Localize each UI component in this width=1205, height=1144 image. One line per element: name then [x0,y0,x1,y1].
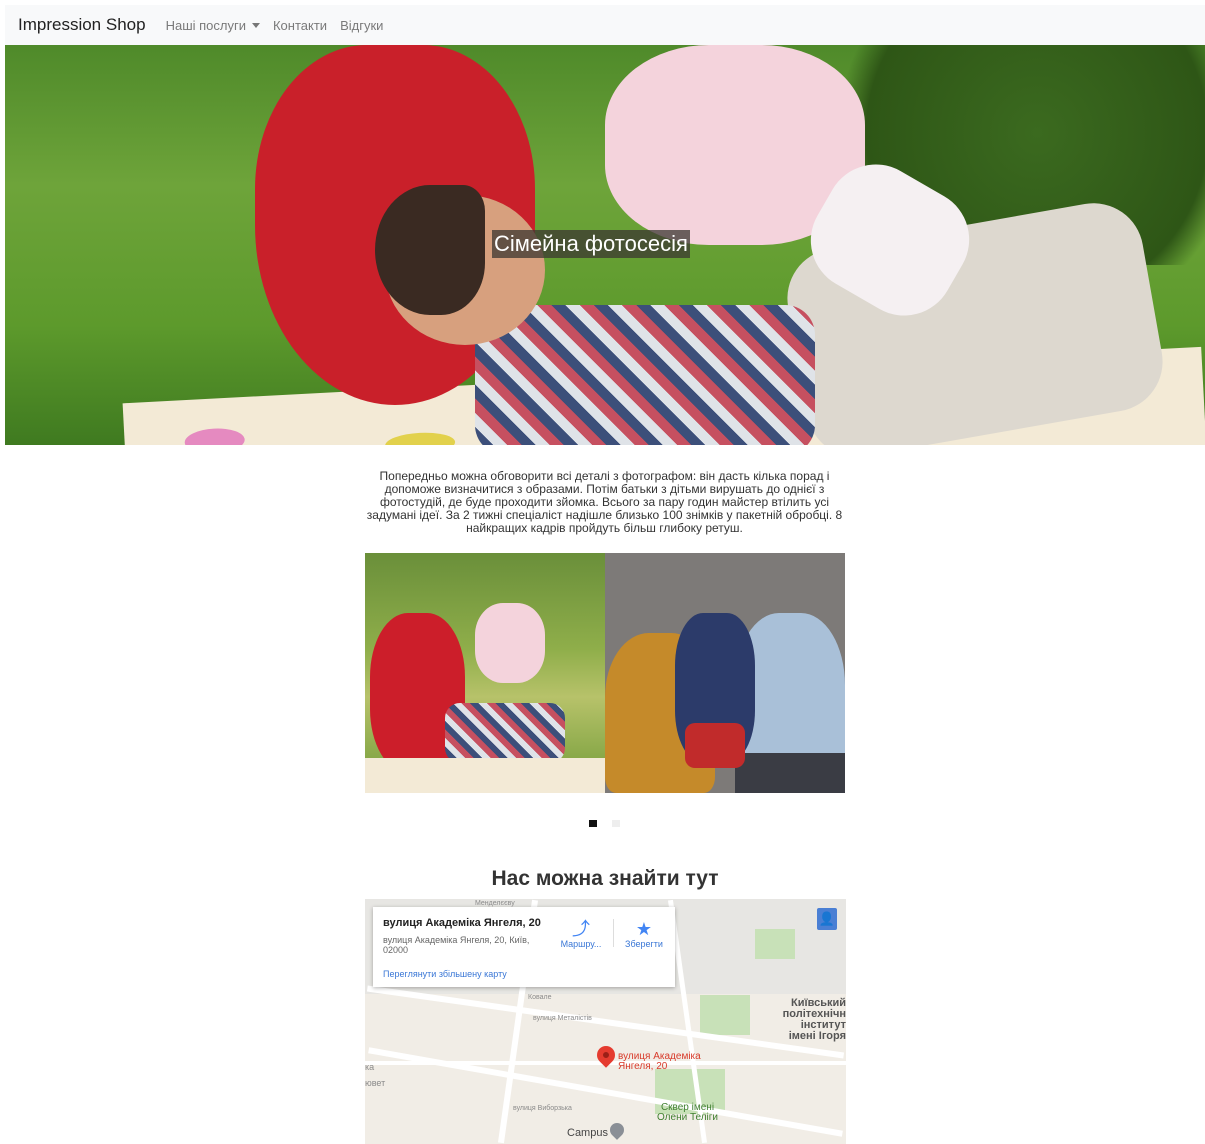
map-section-title: Нас можна знайти тут [491,867,719,890]
star-icon: ★ [635,919,653,939]
nav-services-dropdown[interactable]: Наші послуги [166,18,260,33]
kpi-label: Київський політехнічн інститут імені Іго… [782,997,846,1042]
brand-link[interactable]: Impression Shop [18,15,146,35]
nav-services-label: Наші послуги [165,17,246,33]
place-address: вулиця Академіка Янгеля, 20, Київ, 02000 [383,935,530,955]
carousel-photo-1 [365,553,605,793]
carousel-photo-2 [605,553,845,793]
save-label: Зберегти [625,939,663,949]
street-label: Менделєєву [475,900,515,907]
caret-down-icon [251,22,260,28]
edge-label: ювет [365,1078,386,1088]
pegman-icon[interactable]: 👤 [817,908,837,930]
carousel-indicator-2[interactable] [612,820,620,827]
directions-label: Маршру... [560,939,602,949]
service-description: Попередньо можна обговорити всі деталі з… [366,469,843,535]
hero-man-shirt [475,305,815,445]
photo-carousel[interactable] [365,553,845,793]
carousel-indicators [589,820,620,827]
street-label: вулиця Металістів [533,1015,592,1022]
place-title: вулиця Академіка Янгеля, 20 [383,917,541,929]
directions-button[interactable]: ⤴ Маршру... [551,919,611,949]
carousel-indicator-1[interactable] [589,820,597,827]
street-label: Ковале [528,994,552,1001]
edge-label: ка [365,1062,375,1072]
nav-reviews-link[interactable]: Відгуки [340,18,383,33]
campus-label: Campus [567,1127,608,1139]
pin-label: вулиця Академіка Янгеля, 20 [618,1051,701,1072]
hero-man-hair [375,185,485,315]
save-button[interactable]: ★ Зберегти [614,919,674,949]
street-label: вулиця Виборзька [513,1105,572,1112]
nav-contacts-link[interactable]: Контакти [273,18,327,33]
larger-map-link[interactable]: Переглянути збільшену карту [383,969,507,979]
directions-icon: ⤴ [572,919,590,939]
hero-caption: Сімейна фотосесія [492,230,690,258]
google-map[interactable]: вулиця Академіка Янгеля, 20 вулиця Акаде… [365,899,846,1144]
map-place-card: вулиця Академіка Янгеля, 20 вулиця Акаде… [373,907,675,987]
navbar: Impression Shop Наші послуги Контакти Ві… [5,5,1205,45]
park-label: Сквер імені Олени Теліги [657,1102,719,1123]
